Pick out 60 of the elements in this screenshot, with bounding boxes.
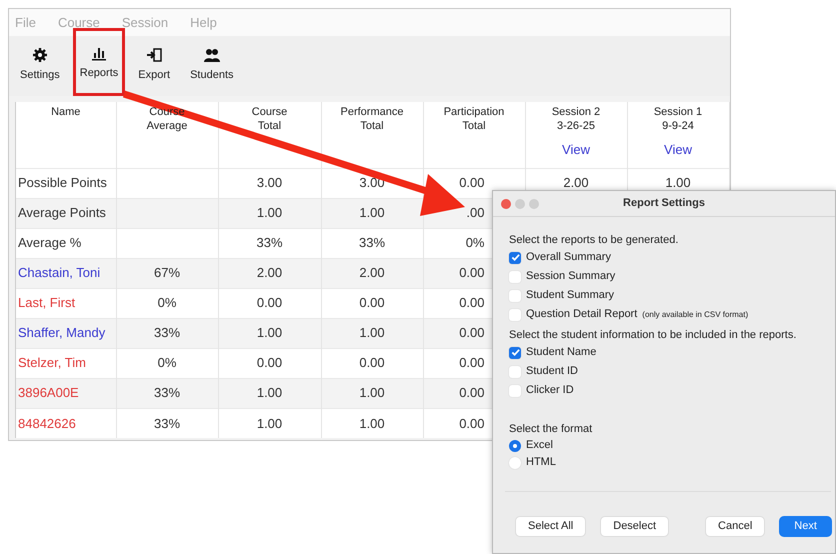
toolbar-button[interactable]: Settings <box>13 42 67 96</box>
checkbox[interactable] <box>509 366 521 378</box>
checkbox-label: Student ID <box>526 364 578 379</box>
settings-icon <box>32 47 48 63</box>
student-name[interactable]: Shaffer, Mandy <box>16 318 116 348</box>
checkbox-label: Overall Summary <box>526 250 611 265</box>
table-cell: 33% <box>116 318 218 348</box>
table-cell: 1.00 <box>218 198 321 228</box>
table-cell: 1.00 <box>218 318 321 348</box>
dialog-button[interactable]: Cancel <box>705 516 766 537</box>
radio-label: HTML <box>526 455 556 470</box>
table-cell: 2.00 <box>218 258 321 288</box>
toolbar-button[interactable]: Students <box>183 42 240 96</box>
view-link[interactable]: View <box>664 142 692 158</box>
checkbox-label: Clicker ID <box>526 383 574 398</box>
checkbox[interactable] <box>509 346 521 358</box>
table-cell: 1.00 <box>218 378 321 408</box>
toolbar-button[interactable]: Reports <box>72 28 126 96</box>
table-cell: 1.00 <box>321 408 423 438</box>
radio-label: Excel <box>526 438 553 453</box>
dialog-button[interactable]: Select All <box>515 516 586 537</box>
column-header: Performance Total <box>340 106 404 132</box>
radio-button[interactable] <box>509 440 521 452</box>
column-header: Session 1 9-9-24 <box>654 106 702 132</box>
checkbox[interactable] <box>509 308 521 320</box>
radio-button[interactable] <box>509 456 521 468</box>
table-cell: 33% <box>116 408 218 438</box>
row-label: Average Points <box>16 198 116 228</box>
column-header: Participation Total <box>444 106 504 132</box>
student-name[interactable]: Chastain, Toni <box>16 258 116 288</box>
table-cell: 33% <box>116 378 218 408</box>
table-cell: 2.00 <box>321 258 423 288</box>
table-cell: 1.00 <box>321 198 423 228</box>
column-header: Name <box>51 106 80 118</box>
close-icon[interactable] <box>501 198 511 208</box>
table-cell: 1.00 <box>218 408 321 438</box>
people-icon <box>204 47 220 63</box>
checkbox[interactable] <box>509 252 521 264</box>
column-header: Course Total <box>252 106 288 132</box>
checkbox-label: Question Detail Report <box>526 307 638 322</box>
checkbox[interactable] <box>509 290 521 302</box>
checkbox-label: Student Summary <box>526 288 614 303</box>
bar-chart-icon <box>91 45 108 61</box>
checkbox[interactable] <box>509 270 521 282</box>
column-header: Session 2 3-26-25 <box>552 106 600 132</box>
dialog-title: Report Settings <box>623 196 705 212</box>
dialog-button[interactable]: Deselect <box>600 516 670 537</box>
checkbox[interactable] <box>509 384 521 396</box>
view-link[interactable]: View <box>562 142 590 158</box>
table-cell: 67% <box>116 258 218 288</box>
checkbox-label: Session Summary <box>526 269 616 284</box>
student-name[interactable]: 3896A00E <box>16 378 116 408</box>
toolbar-button[interactable]: Export <box>131 42 178 96</box>
checkbox-label: Student Name <box>526 345 596 360</box>
student-name[interactable]: 84842626 <box>16 408 116 438</box>
table-cell: 1.00 <box>321 378 423 408</box>
export-icon <box>146 47 162 63</box>
table-cell: 1.00 <box>321 318 423 348</box>
note-text: (only available in CSV format) <box>642 309 748 321</box>
next-button[interactable]: Next <box>779 516 832 537</box>
